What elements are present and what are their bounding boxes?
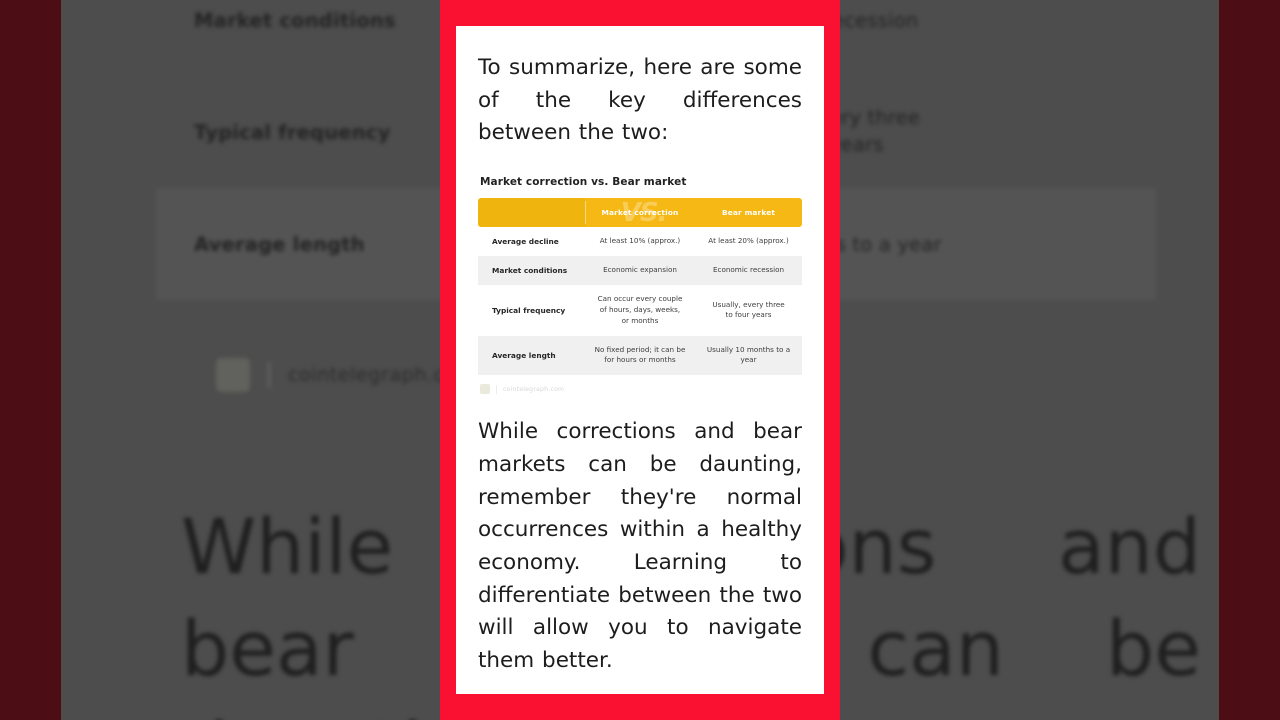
comparison-table-head: VS. Market correction Bear market — [478, 198, 802, 228]
background-row-label: Market conditions — [194, 8, 396, 32]
lead-paragraph: To summarize, here are some of the key d… — [478, 55, 802, 146]
video-frame: Market conditions Economic recession Typ… — [0, 0, 1280, 720]
article-card: To summarize, here are some of the key d… — [456, 26, 824, 694]
comparison-table-body: Average decline At least 10% (approx.) A… — [478, 227, 802, 376]
row-label-average-decline: Average decline — [492, 237, 559, 247]
infographic: Market correction vs. Bear market VS. Ma… — [478, 176, 802, 395]
cell-bear: Usually 10 months to a year — [695, 335, 802, 376]
red-frame: To summarize, here are some of the key d… — [440, 0, 840, 720]
cointelegraph-logo-icon — [216, 358, 250, 392]
background-row-label: Typical frequency — [194, 120, 391, 144]
divider — [496, 384, 497, 394]
row-label-average-length: Average length — [478, 335, 585, 376]
comparison-table: VS. Market correction Bear market Averag… — [478, 198, 802, 376]
cell-bear: Usually, every three to four years — [712, 299, 785, 320]
table-row: Average decline At least 10% (approx.) A… — [478, 227, 802, 256]
background-row-label: Average length — [156, 188, 484, 300]
body-paragraph: While corrections and bear markets can b… — [478, 419, 802, 673]
column-header-bear-market: Bear market — [695, 198, 802, 228]
infographic-title: Market correction vs. Bear market — [480, 176, 687, 189]
table-header-row: VS. Market correction Bear market — [478, 198, 802, 228]
cointelegraph-logo-icon — [480, 384, 490, 395]
cell-correction: No fixed period; it can be for hours or … — [584, 335, 696, 376]
cell-bear: At least 20% (approx.) — [708, 236, 789, 246]
row-label-typical-frequency: Typical frequency — [492, 305, 566, 315]
table-row: Typical frequency Can occur every couple… — [478, 285, 802, 335]
infographic-credit: cointelegraph.com — [478, 384, 802, 395]
article-card-body: To summarize, here are some of the key d… — [456, 26, 824, 694]
row-label-market-conditions: Market conditions — [478, 256, 585, 286]
cell-correction: At least 10% (approx.) — [599, 236, 681, 246]
column-header-market-correction: VS. Market correction — [584, 198, 696, 228]
credit-domain: cointelegraph.com — [503, 385, 565, 393]
cell-bear: Economic recession — [695, 256, 802, 286]
left-letterbox-bar — [0, 0, 61, 720]
right-letterbox-bar — [1219, 0, 1280, 720]
table-row: Market conditions Economic expansion Eco… — [478, 256, 802, 286]
column-header-blank — [478, 198, 585, 228]
cell-correction: Economic expansion — [584, 256, 696, 286]
table-row: Average length No fixed period; it can b… — [478, 335, 802, 376]
background-credit: cointelegraph.com — [216, 358, 476, 392]
cell-correction: Can occur every couple of hours, days, w… — [597, 294, 683, 325]
divider — [268, 362, 270, 388]
